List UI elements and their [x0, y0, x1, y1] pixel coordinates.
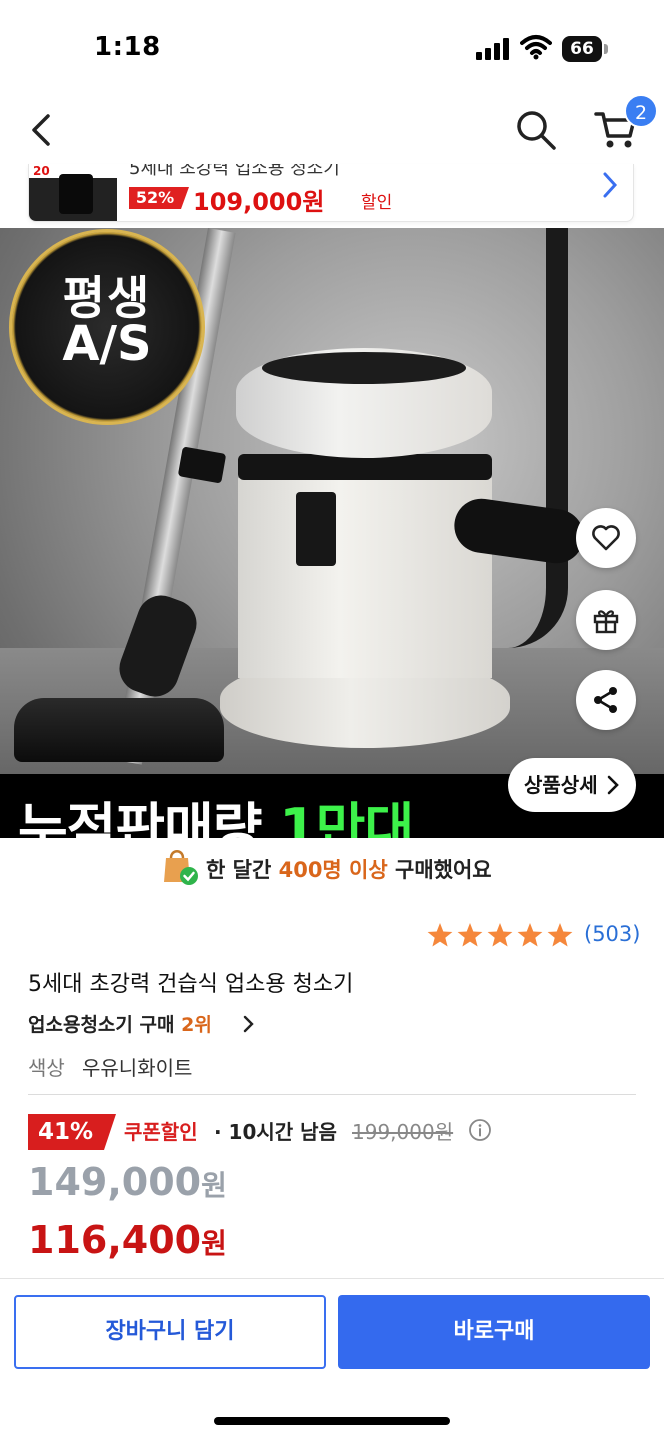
star-icon — [517, 923, 543, 947]
vacuum-lid — [262, 352, 466, 384]
vacuum-body — [238, 478, 492, 678]
cart-count-badge: 2 — [624, 94, 658, 128]
mini-product-title: 5세대 초강력 업소용 청소기 — [129, 164, 340, 179]
signal-icon — [476, 38, 510, 60]
buy-now-button[interactable]: 바로구매 — [338, 1295, 650, 1369]
add-to-cart-button[interactable]: 장바구니 담기 — [14, 1295, 326, 1369]
home-indicator[interactable] — [214, 1417, 450, 1425]
battery-icon: 66 — [562, 36, 602, 62]
heart-icon — [592, 525, 620, 551]
option-label: 색상 — [28, 1056, 65, 1080]
shopping-bag-check-icon — [164, 850, 198, 885]
battery-cap — [604, 44, 608, 54]
product-detail-button[interactable]: 상품상세 — [508, 758, 636, 812]
vacuum-latch — [296, 492, 336, 566]
mini-discount-badge: 52% — [129, 187, 189, 209]
seal-line2: A/S — [62, 316, 152, 372]
final-price: 116,400원 — [28, 1218, 227, 1262]
final-price-value: 116,400 — [28, 1218, 202, 1262]
hero-hose — [498, 228, 568, 648]
product-detail-label: 상품상세 — [524, 773, 598, 797]
banner-text: 누적판매량 1만대 — [18, 784, 414, 838]
product-hero-image[interactable]: 평생 A/S 누적판매량 1만대 상품상세 — [0, 228, 664, 838]
divider — [28, 1094, 636, 1095]
mini-product-thumbnail: 20 — [29, 164, 117, 221]
lifetime-as-seal: 평생 A/S — [12, 232, 202, 422]
coupon-label: 쿠폰할인 — [124, 1120, 198, 1144]
like-button[interactable] — [576, 508, 636, 568]
purchase-notice: 한 달간 400명 이상 구매했어요 — [0, 840, 664, 896]
review-count[interactable]: (503) — [584, 922, 640, 946]
original-price: 199,000원 — [352, 1120, 454, 1144]
ranking-prefix: 업소용청소기 구매 — [28, 1014, 175, 1036]
gift-button[interactable] — [576, 590, 636, 650]
category-ranking[interactable]: 업소용청소기 구매 2위 — [28, 1010, 212, 1037]
status-time: 1:18 — [94, 32, 161, 62]
chevron-right-icon[interactable] — [242, 1014, 256, 1034]
discount-rate-badge: 41% — [28, 1114, 116, 1150]
search-icon[interactable] — [514, 108, 558, 152]
regular-price-value: 149,000 — [28, 1160, 202, 1204]
banner-accent: 1만대 — [279, 797, 414, 838]
star-icon — [427, 923, 453, 947]
status-bar: 1:18 66 — [0, 0, 664, 96]
rating-stars[interactable] — [426, 922, 576, 950]
regular-price: 149,000원 — [28, 1160, 227, 1204]
chevron-right-icon[interactable] — [597, 168, 621, 202]
star-icon — [547, 923, 573, 947]
gift-icon — [593, 610, 619, 634]
regular-price-unit: 원 — [201, 1169, 227, 1202]
coupon-time-left: · 10시간 남음 — [214, 1120, 337, 1144]
vacuum-nozzle — [14, 698, 224, 762]
share-button[interactable] — [576, 670, 636, 730]
notice-text: 한 달간 400명 이상 구매했어요 — [206, 854, 492, 884]
mini-price: 109,000원 — [193, 188, 325, 216]
option-value[interactable]: 우유니화이트 — [82, 1052, 192, 1081]
chevron-right-icon — [607, 775, 619, 795]
notice-suffix: 구매했어요 — [395, 858, 492, 882]
banner-main: 누적판매량 — [18, 797, 262, 838]
thumbnail-number: 20 — [33, 164, 50, 178]
notice-highlight: 400명 이상 — [278, 858, 388, 882]
notice-prefix: 한 달간 — [206, 858, 272, 882]
info-icon[interactable] — [468, 1118, 492, 1142]
thumbnail-vacuum — [59, 174, 93, 214]
share-icon — [594, 687, 617, 713]
ranking-rank: 2위 — [181, 1014, 212, 1036]
star-icon — [457, 923, 483, 947]
back-arrow-icon[interactable] — [24, 108, 64, 152]
star-icon — [487, 923, 513, 947]
final-price-unit: 원 — [201, 1227, 227, 1260]
mini-discount-label: 할인 — [361, 193, 393, 213]
bottom-action-bar: 장바구니 담기 바로구매 — [0, 1278, 664, 1440]
wifi-icon — [520, 35, 552, 60]
product-title: 5세대 초강력 건습식 업소용 청소기 — [28, 972, 354, 997]
mini-product-bar[interactable]: 20 5세대 초강력 업소용 청소기 52% 109,000원 할인 — [28, 164, 634, 222]
